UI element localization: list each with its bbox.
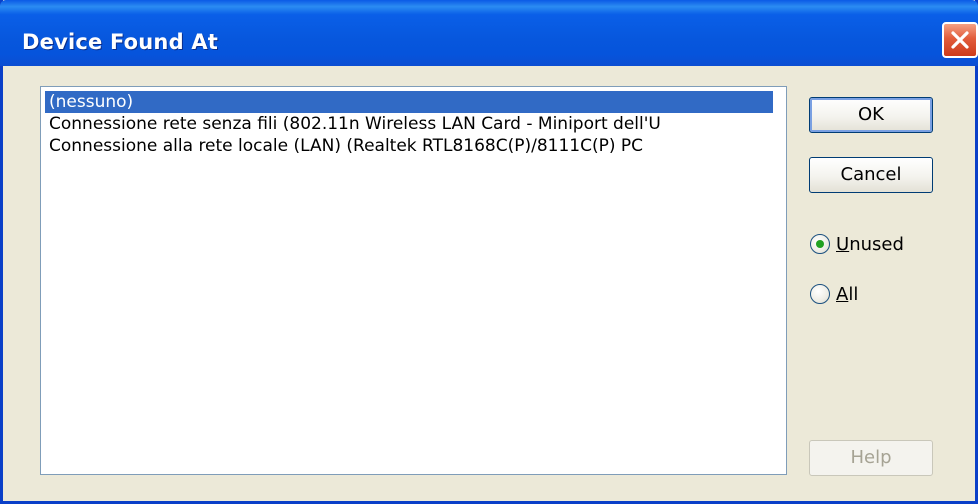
unused-radio-option[interactable]: Unused [810,231,904,257]
unused-radio[interactable] [810,234,830,254]
all-label-accelerator: A [836,283,849,305]
ok-button[interactable]: OK [809,97,933,133]
unused-label-accelerator: U [836,233,850,255]
title-bar[interactable]: Device Found At [0,0,978,66]
list-item[interactable]: (nessuno) [45,91,773,113]
all-radio-option[interactable]: All [810,281,858,307]
list-item[interactable]: Connessione rete senza fili (802.11n Wir… [45,113,661,135]
all-radio[interactable] [810,284,830,304]
unused-label: Unused [836,234,904,255]
all-label-rest: ll [848,283,859,305]
all-label: All [836,284,858,305]
radio-checked-dot [816,240,824,248]
dialog-window: Device Found At (nessuno) Connessione re… [0,0,978,504]
unused-label-rest: nused [849,233,904,255]
help-button[interactable]: Help [809,440,933,476]
device-listbox[interactable]: (nessuno) Connessione rete senza fili (8… [40,86,787,475]
close-button[interactable] [942,22,978,58]
list-item[interactable]: Connessione alla rete locale (LAN) (Real… [45,135,643,157]
window-title: Device Found At [22,30,219,54]
close-icon [951,31,969,49]
cancel-button[interactable]: Cancel [809,157,933,193]
